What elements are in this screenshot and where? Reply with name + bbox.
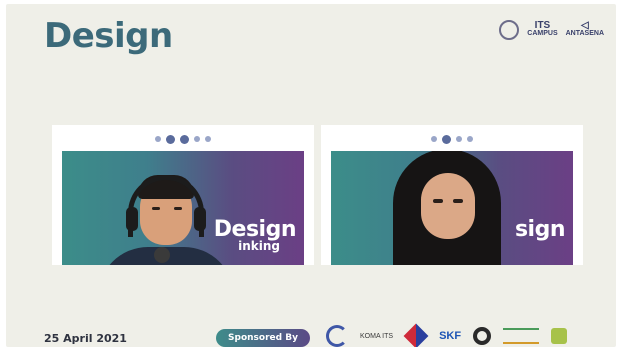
headset-cup-icon — [126, 207, 138, 231]
event-date: 25 April 2021 — [44, 332, 127, 345]
sponsor-logo-x-icon — [403, 323, 429, 347]
sponsor-koma-its: KOMA ITS — [360, 332, 394, 340]
poster-title: sign — [514, 217, 566, 242]
sponsor-logo-small-icon — [551, 328, 568, 344]
sponsor-mini-icon — [456, 136, 462, 142]
antasena-logo-text: ANTASENA — [565, 30, 604, 37]
header-logos: ITS CAMPUS ◁ ANTASENA — [499, 20, 604, 40]
sponsor-mini-icon — [155, 136, 161, 142]
sponsor-mini-icon — [194, 136, 200, 142]
headset-icon — [128, 175, 204, 237]
presentation-frame: Design ITS CAMPUS ◁ ANTASENA Design inki… — [6, 4, 616, 347]
page-title: Design — [44, 16, 173, 56]
poster-logo-strip — [321, 129, 583, 149]
poster-logo-strip — [52, 129, 314, 149]
participant-video-right[interactable]: sign — [321, 125, 583, 265]
poster-subtitle: inking — [238, 239, 280, 253]
sponsored-by-badge: Sponsored By — [216, 329, 310, 347]
sponsor-mini-icon — [180, 134, 189, 144]
sponsor-logo-c-icon — [326, 325, 348, 347]
eye-icon — [433, 199, 443, 203]
sponsor-mini-icon — [166, 134, 175, 144]
sponsor-logo-green-icon — [503, 328, 540, 344]
sponsor-logo-ring-icon — [473, 327, 492, 345]
participant-video-left[interactable]: Design inking — [52, 125, 314, 265]
its-campus-logo: ITS CAMPUS — [527, 20, 558, 38]
sponsor-mini-icon — [431, 136, 437, 142]
event-poster-background: Design inking — [62, 151, 304, 265]
participant-face — [421, 173, 475, 239]
sponsor-mini-icon — [467, 136, 473, 142]
its-logo-text: ITS — [534, 20, 551, 31]
sponsor-skf: SKF — [439, 330, 462, 342]
its-seal-icon — [499, 20, 520, 40]
sponsor-logos: KOMA ITS SKF — [326, 322, 604, 347]
sponsor-mini-icon — [442, 134, 451, 144]
eye-icon — [453, 199, 463, 203]
campus-logo-text: CAMPUS — [527, 30, 558, 37]
headset-cup-icon — [194, 207, 206, 231]
event-poster-background: sign — [331, 151, 573, 265]
antasena-arrow-icon: ◁ — [580, 20, 589, 31]
microphone-icon — [154, 247, 170, 263]
sponsor-mini-icon — [205, 136, 211, 142]
antasena-logo: ◁ ANTASENA — [565, 20, 604, 38]
